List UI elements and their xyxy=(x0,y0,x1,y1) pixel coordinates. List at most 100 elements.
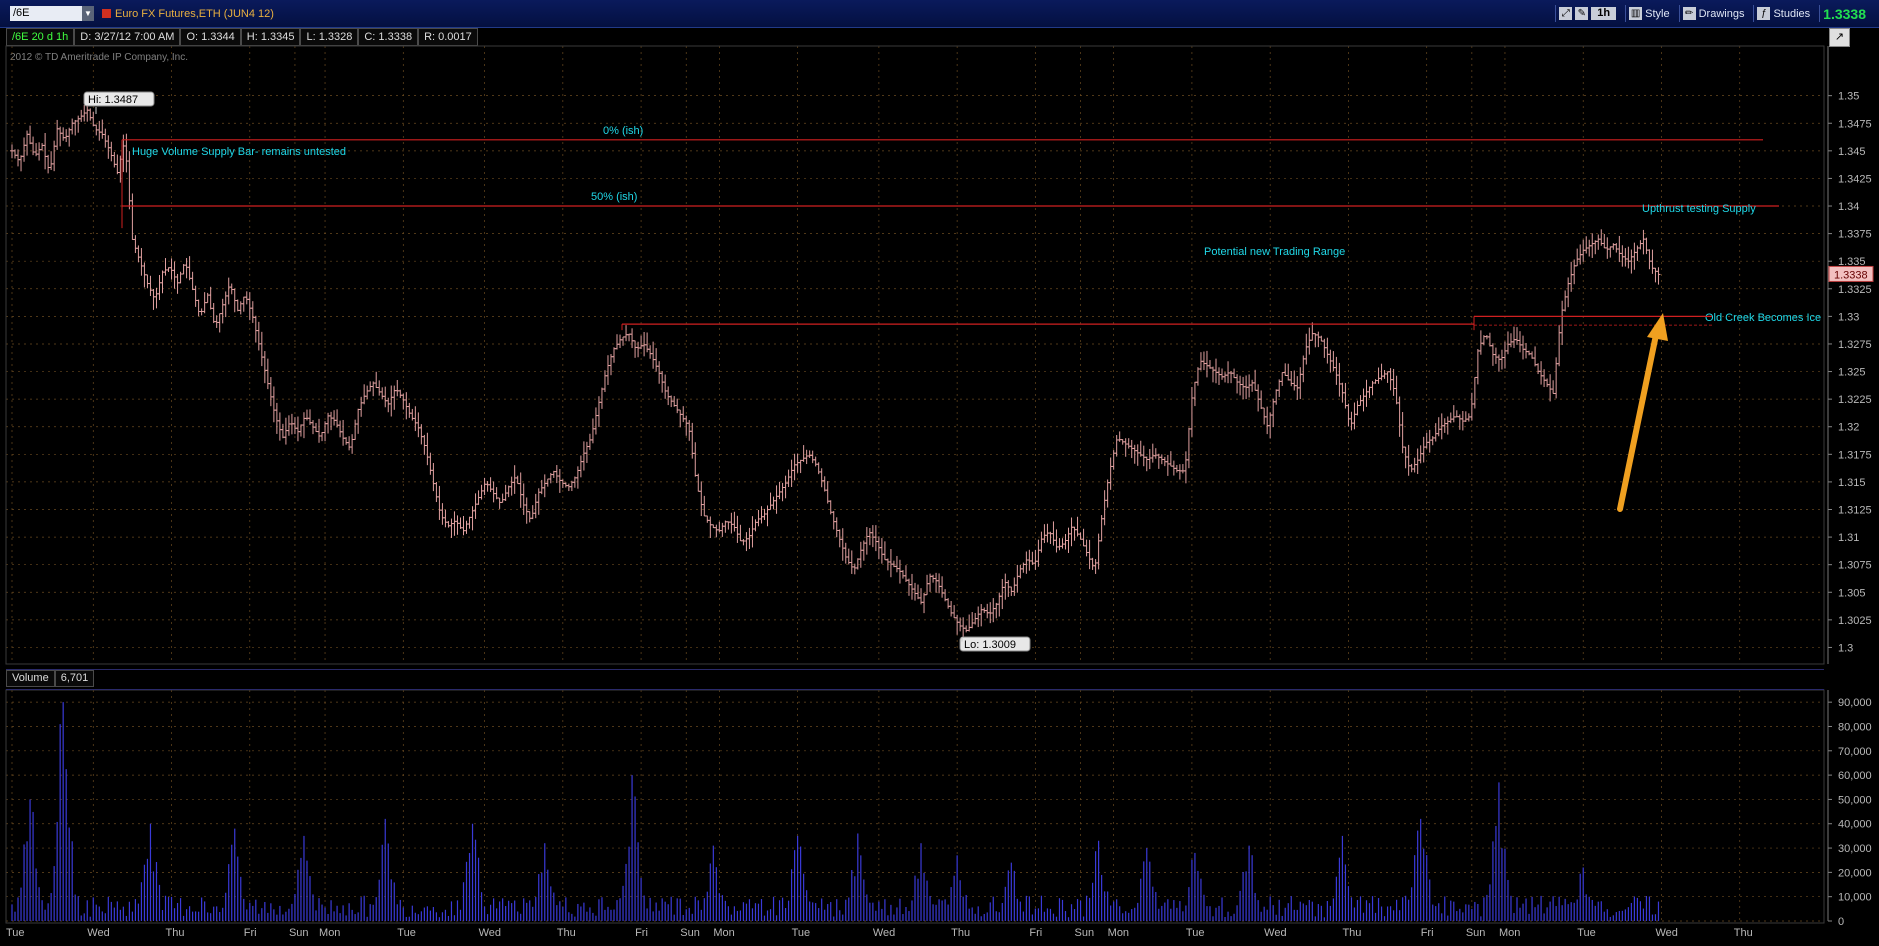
time-tick-label: Wed xyxy=(1655,927,1677,939)
price-tick-label: 1.31 xyxy=(1838,532,1859,544)
price-tick-label: 1.3075 xyxy=(1838,560,1872,572)
high-label-box xyxy=(83,91,155,107)
price-tick-label: 1.35 xyxy=(1838,91,1859,103)
price-tick-label: 1.3175 xyxy=(1838,449,1872,461)
price-pane-border xyxy=(5,45,1825,665)
ohlc-info-bar: /6E 20 d 1h D: 3/27/12 7:00 AM O: 1.3344… xyxy=(6,28,478,46)
time-tick-label: Tue xyxy=(397,927,416,939)
time-tick-label: Thu xyxy=(951,927,970,939)
volume-label: Volume xyxy=(6,670,55,687)
trading-range-note: Potential new Trading Range xyxy=(1204,246,1345,258)
time-tick-label: Sun xyxy=(289,927,309,939)
drawings-label: Drawings xyxy=(1698,7,1745,20)
volume-bars xyxy=(11,702,1660,921)
volume-pane-header xyxy=(6,669,1824,690)
time-tick-label: Tue xyxy=(1577,927,1596,939)
time-tick-label: Wed xyxy=(1264,927,1286,939)
price-tick-label: 1.325 xyxy=(1838,367,1866,379)
tool-group-1: ⤢ ✎ 1h xyxy=(1555,5,1619,22)
time-tick-label: Mon xyxy=(1108,927,1129,939)
price-tick-label: 1.3275 xyxy=(1838,339,1872,351)
time-tick-label: Thu xyxy=(166,927,185,939)
time-tick-label: Tue xyxy=(1186,927,1205,939)
time-tick-label: Tue xyxy=(792,927,811,939)
current-price-box xyxy=(1828,265,1874,282)
low-label: Lo: 1.3009 xyxy=(964,639,1016,651)
upthrust-note: Upthrust testing Supply xyxy=(1642,203,1756,215)
wrench-icon[interactable]: ✎ xyxy=(1575,7,1589,20)
last-price: 1.3338 xyxy=(1823,5,1866,22)
volume-tick-label: 80,000 xyxy=(1838,721,1872,733)
instrument-title-text: Euro FX Futures,ETH (JUN4 12) xyxy=(115,8,274,20)
time-tick-label: Tue xyxy=(6,927,25,939)
volume-tick-label: 40,000 xyxy=(1838,819,1872,831)
volume-tick-label: 10,000 xyxy=(1838,892,1872,904)
price-tick-label: 1.3225 xyxy=(1838,394,1872,406)
last-price-display: 1.3338 xyxy=(1819,5,1869,22)
price-tick-label: 1.3425 xyxy=(1838,173,1872,185)
time-tick-label: Wed xyxy=(87,927,109,939)
volume-tick-label: 30,000 xyxy=(1838,843,1872,855)
volume-tick-label: 90,000 xyxy=(1838,697,1872,709)
price-tick-label: 1.345 xyxy=(1838,146,1866,158)
zero-percent-label: 0% (ish) xyxy=(603,125,643,137)
instrument-title: Euro FX Futures,ETH (JUN4 12) xyxy=(102,8,274,20)
drawing-tool-icon[interactable]: ↗ xyxy=(1829,28,1850,47)
time-tick-label: Sun xyxy=(680,927,700,939)
info-range: R: 0.0017 xyxy=(418,28,478,46)
volume-tick-label: 50,000 xyxy=(1838,794,1872,806)
studies-icon: ƒ xyxy=(1757,7,1771,20)
info-low: L: 1.3328 xyxy=(300,28,359,46)
arrow-shaft xyxy=(1617,327,1660,512)
volume-axis: 90,000 80,000 70,000 60,000 50,000 40,000 30,0… xyxy=(1827,690,1872,928)
time-tick-label: Fri xyxy=(635,927,648,939)
pencil-icon: ✏ xyxy=(1682,7,1696,20)
expand-icon[interactable]: ⤢ xyxy=(1559,7,1573,20)
fifty-percent-label: 50% (ish) xyxy=(591,191,637,203)
time-tick-label: Sun xyxy=(1075,927,1095,939)
price-grid xyxy=(6,46,1824,664)
studies-button[interactable]: ƒ Studies xyxy=(1753,5,1813,22)
time-tick-label: Thu xyxy=(557,927,576,939)
volume-pane-border xyxy=(5,689,1825,924)
info-symbol-period[interactable]: /6E 20 d 1h xyxy=(6,28,75,46)
price-axis: 1.351.34751.3451.34251.341.33751.3351.33… xyxy=(1827,46,1872,664)
time-tick-label: Mon xyxy=(713,927,734,939)
price-volume-chart[interactable]: 1.351.34751.3451.34251.341.33751.3351.33… xyxy=(0,0,1879,946)
annotations: Hi: 1.3487 Lo: 1.3009 0% (ish) 50% (ish) Hug… xyxy=(83,91,1874,652)
price-tick-label: 1.335 xyxy=(1838,256,1866,268)
info-close: C: 1.3338 xyxy=(358,28,419,46)
price-tick-label: 1.3375 xyxy=(1838,229,1872,241)
drawings-button[interactable]: ✏ Drawings xyxy=(1678,5,1748,22)
price-tick-label: 1.315 xyxy=(1838,477,1866,489)
style-button[interactable]: ▥ Style xyxy=(1625,5,1672,22)
price-bars xyxy=(10,100,1661,640)
timeframe-button[interactable]: 1h xyxy=(1591,7,1617,20)
current-price-label: 1.3338 xyxy=(1834,269,1868,281)
price-tick-label: 1.3 xyxy=(1838,642,1853,654)
volume-grid xyxy=(6,690,1824,922)
time-tick-label: Mon xyxy=(319,927,340,939)
time-tick-label: Fri xyxy=(1029,927,1042,939)
time-tick-label: Fri xyxy=(1421,927,1434,939)
volume-pane-title: Volume 6,701 xyxy=(6,670,95,687)
time-axis: Tue Wed Thu Fri Sun Mon Tue Wed Thu Fri Sun Mon Tue W… xyxy=(6,927,1753,939)
chart-tools: ⤢ ✎ 1h ▥ Style ✏ Drawings ƒ Studies 1.33… xyxy=(1555,4,1869,23)
top-toolbar: /6E ▼ Euro FX Futures,ETH (JUN4 12) ⤢ ✎ … xyxy=(0,0,1879,28)
symbol-dropdown-icon[interactable]: ▼ xyxy=(82,6,94,21)
price-tick-label: 1.32 xyxy=(1838,422,1859,434)
supply-bar-note: Huge Volume Supply Bar- remains untested xyxy=(132,146,346,158)
volume-tick-label: 70,000 xyxy=(1838,746,1872,758)
info-open: O: 1.3344 xyxy=(180,28,241,46)
volume-value: 6,701 xyxy=(54,670,95,687)
volume-tick-label: 0 xyxy=(1838,916,1844,928)
price-tick-label: 1.3125 xyxy=(1838,505,1872,517)
arrow-head xyxy=(1647,313,1668,341)
high-label: Hi: 1.3487 xyxy=(88,94,138,106)
instrument-flag-icon xyxy=(102,9,111,18)
studies-label: Studies xyxy=(1773,7,1811,20)
low-label-box xyxy=(959,636,1031,652)
price-tick-label: 1.3025 xyxy=(1838,615,1872,627)
time-tick-label: Thu xyxy=(1342,927,1361,939)
time-tick-label: Sun xyxy=(1466,927,1486,939)
